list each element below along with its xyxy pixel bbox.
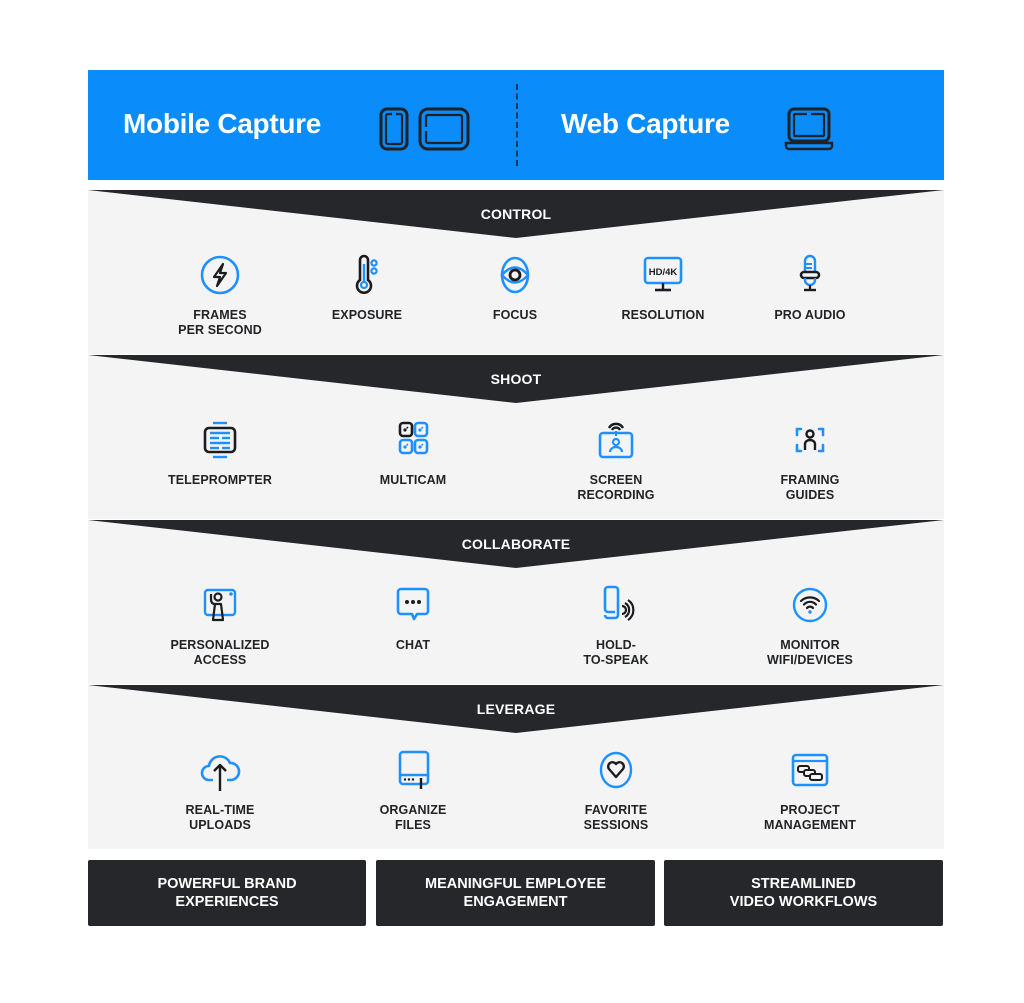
feature-item: CHAT [338, 582, 488, 653]
stage-panel-control: CONTROL FRAMES PER SECOND EXPOSURE FOCUS… [88, 190, 944, 354]
feature-item: HD/4K RESOLUTION [588, 252, 738, 323]
personalized-access-icon [203, 588, 237, 622]
feature-label: RESOLUTION [621, 308, 705, 322]
stage-panel-shoot: SHOOT TELEPROMPTER MULTICAM SCREEN RECOR… [88, 355, 944, 519]
feature-item: MULTICAM [338, 417, 488, 488]
feature-label: FRAMING GUIDES [780, 473, 840, 502]
wifi-circle-icon [792, 587, 828, 623]
feature-label: PERSONALIZED ACCESS [170, 638, 270, 667]
feature-item: MONITOR WIFI/DEVICES [735, 582, 885, 668]
hold-to-speak-icon [603, 585, 635, 621]
feature-label: FAVORITE SESSIONS [583, 803, 649, 832]
outcome-employee-engagement: MEANINGFUL EMPLOYEE ENGAGEMENT [376, 860, 655, 926]
feature-label: CHAT [395, 638, 431, 652]
feature-label: FRAMES PER SECOND [178, 308, 262, 337]
hd-4k-monitor-icon: HD/4K [643, 256, 683, 292]
feature-item: FAVORITE SESSIONS [541, 747, 691, 833]
stage-label: CONTROL [480, 206, 552, 222]
tablet-icon [418, 107, 470, 151]
feature-item: EXPOSURE [292, 252, 442, 323]
focus-eye-icon [500, 256, 530, 294]
stage-label: LEVERAGE [476, 701, 556, 717]
feature-label: REAL-TIME UPLOADS [185, 803, 255, 832]
multicam-grid-icon [398, 421, 429, 455]
web-capture-title: Web Capture [561, 108, 730, 139]
feature-item: REAL-TIME UPLOADS [145, 747, 295, 833]
feature-item: HOLD- TO-SPEAK [541, 582, 691, 668]
stage-panel-collaborate: COLLABORATE PERSONALIZED ACCESS CHAT HOL… [88, 520, 944, 684]
feature-label: HOLD- TO-SPEAK [583, 638, 649, 667]
header-divider [516, 84, 518, 166]
outcome-brand-experiences: POWERFUL BRAND EXPERIENCES [88, 860, 366, 926]
capture-header: Mobile Capture Web Capture [88, 70, 944, 180]
feature-item: TELEPROMPTER [145, 417, 295, 488]
stage-panel-leverage: LEVERAGE REAL-TIME UPLOADS ORGANIZE FILE… [88, 685, 944, 849]
feature-item: ORGANIZE FILES [338, 747, 488, 833]
cloud-upload-icon [200, 755, 241, 791]
feature-item: PERSONALIZED ACCESS [145, 582, 295, 668]
project-window-icon [791, 753, 829, 787]
mobile-capture-title: Mobile Capture [123, 108, 322, 139]
screen-recording-icon [598, 422, 634, 459]
feature-label: MULTICAM [379, 473, 447, 487]
feature-item: FOCUS [440, 252, 590, 323]
feature-item: PROJECT MANAGEMENT [735, 747, 885, 833]
stage-label: COLLABORATE [461, 536, 571, 552]
feature-item: FRAMING GUIDES [735, 417, 885, 503]
feature-item: FRAMES PER SECOND [145, 252, 295, 338]
framing-guides-icon [795, 427, 825, 453]
stage-label: SHOOT [490, 371, 542, 387]
feature-label: ORGANIZE FILES [379, 803, 447, 832]
feature-label: PRO AUDIO [774, 308, 846, 322]
outcome-video-workflows: STREAMLINED VIDEO WORKFLOWS [664, 860, 943, 926]
feature-label: PROJECT MANAGEMENT [764, 803, 856, 832]
feature-label: EXPOSURE [331, 308, 403, 322]
teleprompter-icon [203, 421, 237, 459]
phone-icon [379, 107, 409, 151]
laptop-icon [784, 107, 834, 151]
feature-item: SCREEN RECORDING [541, 417, 691, 503]
microphone-icon [799, 254, 821, 292]
feature-label: FOCUS [492, 308, 538, 322]
feature-label: MONITOR WIFI/DEVICES [767, 638, 853, 667]
heart-circle-icon [599, 751, 633, 789]
lightning-circle-icon [200, 255, 240, 295]
feature-label: TELEPROMPTER [168, 473, 272, 487]
feature-item: PRO AUDIO [735, 252, 885, 323]
svg-text:HD/4K: HD/4K [649, 267, 678, 278]
file-drive-icon [398, 750, 430, 789]
chat-bubble-icon [396, 587, 430, 621]
thermometer-icon [355, 254, 378, 294]
feature-label: SCREEN RECORDING [577, 473, 655, 502]
